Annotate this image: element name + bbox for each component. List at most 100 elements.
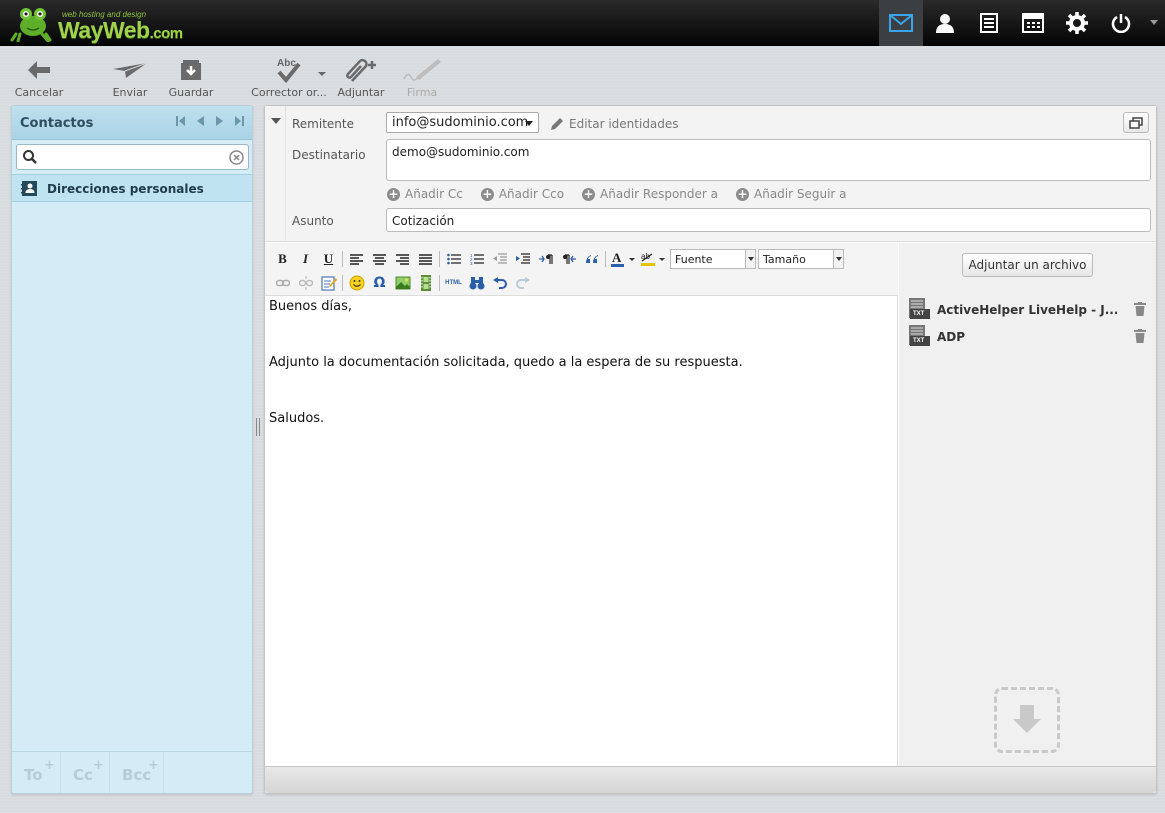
indent-button[interactable] [511, 249, 534, 269]
font-size-select[interactable]: Tamaño [758, 249, 844, 269]
list-nav-button[interactable] [967, 0, 1011, 46]
logout-nav-button[interactable] [1099, 0, 1143, 46]
mail-nav-button[interactable] [879, 0, 923, 46]
edit-note-icon [320, 276, 337, 291]
add-bcc-link[interactable]: + Añadir Cco [480, 186, 564, 201]
address-book-personal[interactable]: Direcciones personales [12, 174, 252, 202]
signature-button[interactable]: Firma [398, 54, 446, 99]
outdent-button[interactable] [488, 249, 511, 269]
collapse-headers-icon[interactable] [271, 118, 281, 124]
search-replace-button[interactable] [465, 273, 488, 293]
align-center-button[interactable] [368, 249, 391, 269]
redo-button[interactable] [511, 273, 534, 293]
previous-page-icon[interactable] [197, 116, 204, 126]
brand-name: WayWeb.com [58, 17, 183, 44]
plus-circle-icon: + [480, 186, 494, 201]
toolbar-separator [439, 251, 440, 267]
popout-button[interactable] [1123, 112, 1149, 133]
highlight-color-icon: ab [641, 252, 665, 266]
brand-logo[interactable]: web hosting and design WayWeb.com [10, 4, 230, 44]
add-cc-link[interactable]: + Añadir Cc [387, 187, 463, 201]
subject-input[interactable]: Cotización [386, 208, 1151, 232]
insert-image-button[interactable] [391, 273, 414, 293]
bullet-list-button[interactable] [442, 249, 465, 269]
to-recipients-field[interactable]: demo@sudominio.com [386, 139, 1151, 181]
image-icon [395, 276, 410, 290]
nav-more-button[interactable] [1143, 0, 1165, 46]
text-direction-rtl-icon [562, 254, 576, 264]
html-source-button[interactable]: HTML [442, 273, 465, 293]
save-tray-icon [181, 60, 201, 80]
signature-label: Firma [406, 86, 438, 99]
trash-icon[interactable] [1134, 302, 1146, 316]
contacts-nav-button[interactable] [923, 0, 967, 46]
blockquote-button[interactable] [580, 249, 603, 269]
headers-divider [285, 106, 286, 242]
popout-window-icon [1129, 116, 1143, 129]
font-family-select[interactable]: Fuente [670, 249, 756, 269]
indent-icon [515, 253, 530, 264]
paperclip-icon [346, 58, 376, 82]
file-type-badge: TXT [913, 338, 925, 344]
spellcheck-button[interactable]: Abc Corrector or... [250, 54, 328, 99]
address-book-label: Direcciones personales [47, 182, 204, 196]
redo-icon [515, 277, 530, 289]
svg-text:Abc: Abc [277, 58, 296, 69]
numbered-list-button[interactable]: 123 [465, 249, 488, 269]
film-icon [420, 275, 431, 291]
clear-search-icon[interactable] [229, 150, 244, 165]
message-body[interactable]: Buenos días, Adjunto la documentación so… [269, 299, 889, 439]
top-header: web hosting and design WayWeb.com [0, 0, 1165, 46]
attachment-item[interactable]: TXT ActiveHelper LiveHelp - J... [908, 298, 1148, 322]
save-button[interactable]: Guardar [167, 54, 215, 99]
contacts-search-input[interactable] [41, 149, 226, 165]
undo-button[interactable] [488, 273, 511, 293]
panel-splitter-handle[interactable] [256, 418, 260, 436]
add-to-button[interactable]: To + [12, 752, 61, 793]
align-right-button[interactable] [391, 249, 414, 269]
cancel-button[interactable]: Cancelar [12, 54, 66, 99]
from-identity-select[interactable]: info@sudominio.com [386, 112, 539, 133]
file-drop-zone[interactable] [994, 687, 1060, 753]
send-button[interactable]: Enviar [107, 54, 153, 99]
attach-button[interactable]: Adjuntar [335, 54, 387, 99]
align-center-icon [373, 253, 386, 265]
add-followup-to-link[interactable]: + Añadir Seguir a [736, 187, 847, 201]
special-char-button[interactable]: Ω [368, 273, 391, 293]
attachment-item[interactable]: TXT ADP [908, 325, 1148, 349]
calendar-nav-button[interactable] [1011, 0, 1055, 46]
arrow-left-icon [28, 61, 50, 79]
mail-icon [889, 14, 913, 32]
underline-button[interactable]: U [317, 249, 340, 269]
file-type-badge: TXT [913, 311, 925, 317]
text-color-button[interactable]: A [608, 249, 638, 269]
insert-link-button[interactable] [271, 273, 294, 293]
trash-icon[interactable] [1134, 329, 1146, 343]
rtl-button[interactable] [557, 249, 580, 269]
next-page-icon[interactable] [216, 116, 223, 126]
bold-button[interactable]: B [271, 249, 294, 269]
first-page-icon[interactable] [176, 116, 185, 126]
align-justify-button[interactable] [414, 249, 437, 269]
add-reply-to-link[interactable]: + Añadir Responder a [582, 187, 718, 201]
chevron-down-icon[interactable] [318, 72, 326, 77]
font-size-value: Tamaño [763, 253, 806, 266]
highlight-color-button[interactable]: ab [638, 249, 668, 269]
unlink-button[interactable] [294, 273, 317, 293]
insert-emoticon-button[interactable] [345, 273, 368, 293]
edit-identities-link[interactable]: Editar identidades [550, 117, 679, 131]
italic-button[interactable]: I [294, 249, 317, 269]
attach-file-button[interactable]: Adjuntar un archivo [962, 253, 1093, 277]
toolbar-separator [342, 251, 343, 267]
add-bcc-button[interactable]: Bcc + [110, 752, 164, 793]
quote-icon [585, 255, 598, 263]
insert-anchor-button[interactable] [317, 273, 340, 293]
add-cc-button[interactable]: Cc + [61, 752, 110, 793]
ltr-button[interactable] [534, 249, 557, 269]
settings-nav-button[interactable] [1055, 0, 1099, 46]
attachment-name: ADP [937, 330, 966, 344]
insert-media-button[interactable] [414, 273, 437, 293]
align-left-button[interactable] [345, 249, 368, 269]
align-right-icon [396, 253, 409, 265]
last-page-icon[interactable] [235, 116, 244, 126]
